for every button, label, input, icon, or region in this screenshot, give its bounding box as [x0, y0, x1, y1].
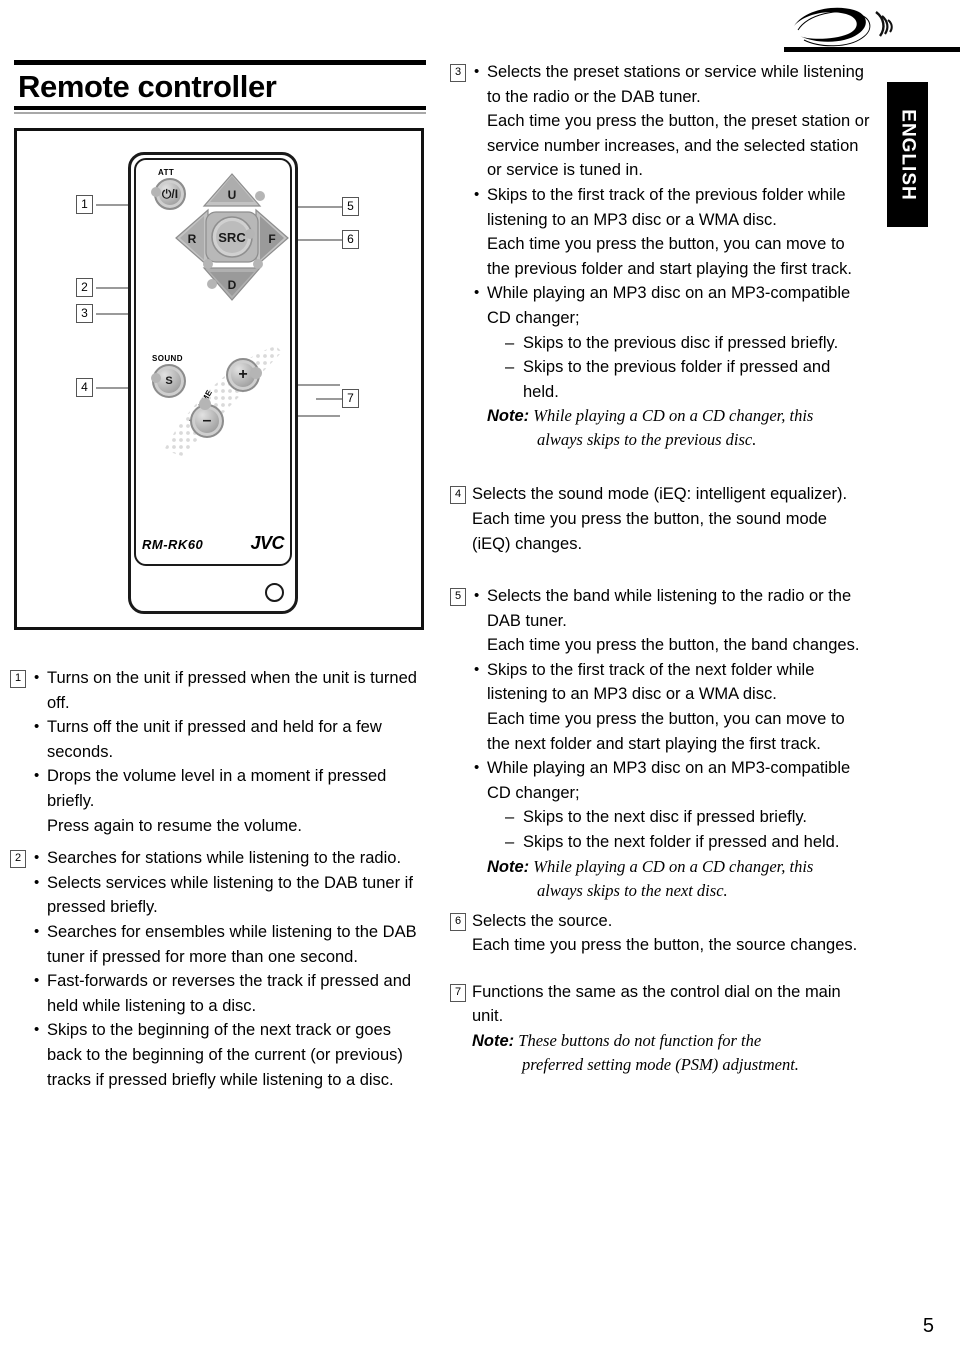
item-4-line-2: Each time you press the button, the soun… — [472, 509, 827, 553]
item-7: 7 Functions the same as the control dial… — [450, 980, 870, 1077]
sub-list-item: Skips to the previous disc if pressed br… — [505, 331, 870, 356]
item-2-body: Searches for stations while listening to… — [32, 846, 430, 1092]
list-item-text: Skips to the first track of the next fol… — [487, 660, 815, 704]
item-5: 5 Selects the band while listening to th… — [450, 584, 870, 903]
item-1: 1 Turns on the unit if pressed when the … — [10, 666, 430, 838]
list-item: Selects the preset stations or service w… — [472, 60, 870, 183]
heading-rule-bottom-thin — [14, 111, 426, 114]
note-text: These buttons do not function for the — [518, 1031, 762, 1050]
item-3-body: Selects the preset stations or service w… — [472, 60, 870, 452]
item-number-1: 1 — [10, 670, 26, 688]
note-text: While playing a CD on a CD changer, this — [533, 856, 814, 876]
list-item-cont: Each time you press the button, you can … — [487, 235, 853, 278]
language-tab: ENGLISH — [887, 82, 928, 227]
list-item: Turns on the unit if pressed when the un… — [32, 666, 430, 715]
sub-list-item: Skips to the next folder if pressed and … — [505, 830, 870, 855]
language-tab-label: ENGLISH — [897, 108, 919, 201]
item-4-line-1: Selects the sound mode (iEQ: intelligent… — [472, 485, 848, 504]
heading-rule-bottom-thick — [14, 105, 426, 110]
sub-list-item: Skips to the next disc if pressed briefl… — [505, 805, 870, 830]
list-item-cont: Each time you press the button, the band… — [487, 636, 860, 655]
list-item: Press again to resume the volume. — [47, 816, 302, 835]
item-number-6: 6 — [450, 912, 466, 931]
list-item: Skips to the beginning of the next track… — [32, 1018, 430, 1092]
item-4: 4 Selects the sound mode (iEQ: intellige… — [450, 482, 870, 556]
page-number: 5 — [922, 1315, 934, 1337]
note-block: Note: These buttons do not function for … — [472, 1029, 870, 1077]
list-item-cont: Each time you press the button, the pres… — [487, 112, 870, 180]
list-item: Selects the band while listening to the … — [472, 584, 870, 658]
item-3: 3 Selects the preset stations or service… — [450, 60, 870, 452]
swoosh-wave-logo-icon — [790, 4, 900, 50]
callout-7: 7 — [342, 389, 359, 408]
remote-controller-body: ATT SOUND VOLUME SRC U R F D — [128, 152, 298, 614]
list-item: While playing an MP3 disc on an MP3-comp… — [472, 281, 870, 452]
note-text-cont: preferred setting mode (PSM) adjustment. — [522, 1055, 799, 1074]
remote-model-label: RM-RK60 — [142, 537, 204, 552]
item-number-3: 3 — [450, 64, 466, 82]
header-rule — [784, 47, 960, 52]
item-number-7: 7 — [450, 983, 466, 1002]
callout-6: 6 — [342, 230, 359, 249]
list-item: Selects services while listening to the … — [32, 871, 430, 920]
page-title: Remote controller — [18, 69, 277, 104]
list-item: Skips to the first track of the next fol… — [472, 658, 870, 756]
list-item-text: Selects the preset stations or service w… — [487, 63, 864, 106]
left-column: Remote controller — [14, 60, 426, 114]
leader-line-7d — [316, 398, 342, 400]
list-item: Searches for ensembles while listening t… — [32, 920, 430, 969]
note-label: Note: — [472, 1032, 515, 1050]
left-column-items: 1 Turns on the unit if pressed when the … — [10, 666, 430, 1094]
callout-1: 1 — [76, 195, 93, 214]
list-item-text: While playing an MP3 disc on an MP3-comp… — [487, 284, 851, 327]
list-item: Skips to the first track of the previous… — [472, 183, 870, 281]
item-4-body: Selects the sound mode (iEQ: intelligent… — [472, 482, 870, 556]
item-number-5: 5 — [450, 588, 466, 607]
item-2: 2 Searches for stations while listening … — [10, 846, 430, 1092]
sub-list-item: Skips to the previous folder if pressed … — [505, 355, 870, 404]
item-7-body: Functions the same as the control dial o… — [472, 980, 870, 1077]
note-block: Note: While playing a CD on a CD changer… — [487, 404, 870, 452]
callout-4: 4 — [76, 378, 93, 397]
item-6-line-1: Selects the source. — [472, 911, 613, 930]
list-item-text: Skips to the first track of the previous… — [487, 185, 846, 229]
item-6-line-2: Each time you press the button, the sour… — [472, 936, 858, 955]
note-text: While playing a CD on a CD changer, this — [533, 406, 814, 426]
manual-page: ENGLISH Remote controller 1 2 3 4 5 6 7 — [0, 0, 960, 1362]
list-item-text: Selects the band while listening to the … — [487, 587, 852, 630]
item-6-body: Selects the source. Each time you press … — [472, 909, 870, 958]
list-item: Searches for stations while listening to… — [32, 846, 430, 871]
callout-3: 3 — [76, 304, 93, 323]
item-number-2: 2 — [10, 850, 26, 869]
note-label: Note: — [487, 407, 530, 426]
note-label: Note: — [487, 857, 530, 876]
item-5-body: Selects the band while listening to the … — [472, 584, 870, 903]
item-7-line-1: Functions the same as the control dial o… — [472, 982, 841, 1026]
note-text-cont: always skips to the next disc. — [537, 880, 728, 900]
list-item: Drops the volume level in a moment if pr… — [32, 764, 430, 813]
right-column-items: 3 Selects the preset stations or service… — [450, 60, 870, 1079]
list-item: Turns off the unit if pressed and held f… — [32, 715, 430, 764]
callout-2: 2 — [76, 278, 93, 297]
list-item: While playing an MP3 disc on an MP3-comp… — [472, 756, 870, 902]
note-block: Note: While playing a CD on a CD changer… — [487, 855, 870, 903]
note-text-cont: always skips to the previous disc. — [537, 430, 757, 450]
brand-logo-label: JVC — [250, 533, 284, 553]
callout-5: 5 — [342, 197, 359, 216]
item-number-4: 4 — [450, 486, 466, 505]
item-1-body: Turns on the unit if pressed when the un… — [32, 666, 430, 838]
list-item-cont: Each time you press the button, you can … — [487, 710, 845, 753]
item-6: 6 Selects the source. Each time you pres… — [450, 909, 870, 958]
list-item: Fast-forwards or reverses the track if p… — [32, 969, 430, 1018]
list-item-text: While playing an MP3 disc on an MP3-comp… — [487, 759, 851, 802]
